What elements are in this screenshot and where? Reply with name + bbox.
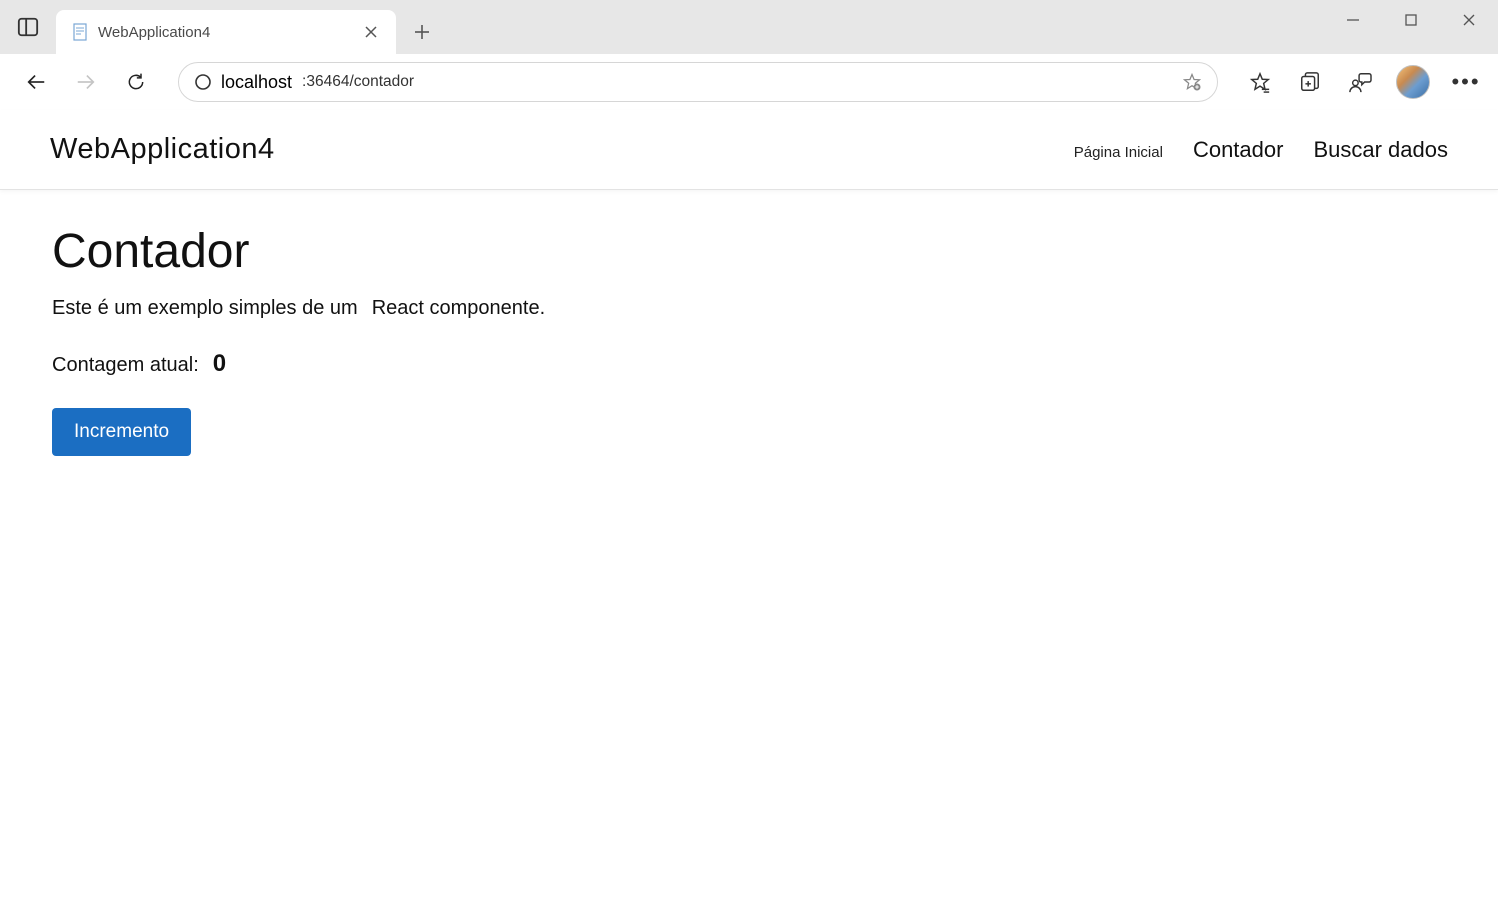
tab-close-button[interactable]: [358, 19, 384, 45]
site-info-icon[interactable]: [195, 74, 211, 90]
url-path: :36464/contador: [302, 73, 414, 91]
user-avatar[interactable]: [1396, 65, 1430, 99]
close-icon: [365, 26, 377, 38]
plus-icon: [414, 24, 430, 40]
star-list-icon: [1249, 71, 1271, 93]
nav-back-button[interactable]: [14, 60, 58, 104]
nav-link-counter[interactable]: Contador: [1193, 137, 1284, 163]
page-description: Este é um exemplo simples de um React co…: [52, 297, 1446, 320]
description-prefix: Este é um exemplo simples de um: [52, 297, 358, 320]
tab-panel-icon: [17, 16, 39, 38]
window-maximize-button[interactable]: [1382, 0, 1440, 40]
increment-button[interactable]: Incremento: [52, 408, 191, 456]
window-close-button[interactable]: [1440, 0, 1498, 40]
browser-toolbar: localhost :36464/contador: [0, 54, 1498, 110]
ellipsis-icon: •••: [1451, 69, 1480, 95]
nav-forward-button[interactable]: [64, 60, 108, 104]
count-display: Contagem atual: 0: [52, 350, 1446, 378]
favorites-button[interactable]: [1238, 60, 1282, 104]
description-emphasis: React componente.: [372, 297, 545, 320]
star-add-icon: [1182, 72, 1202, 92]
tab-title: WebApplication4: [98, 24, 348, 41]
nav-link-home[interactable]: Página Inicial: [1074, 144, 1163, 161]
profile-switcher-button[interactable]: [1338, 60, 1382, 104]
new-tab-button[interactable]: [400, 10, 444, 54]
page-main: Contador Este é um exemplo simples de um…: [0, 190, 1498, 490]
address-bar[interactable]: localhost :36464/contador: [178, 62, 1218, 102]
close-icon: [1462, 13, 1476, 27]
tab-favicon-icon: [72, 22, 88, 42]
refresh-icon: [126, 72, 146, 92]
count-label: Contagem atual:: [52, 354, 199, 377]
window-controls: [1324, 0, 1498, 54]
favorite-button[interactable]: [1177, 67, 1207, 97]
browser-tab-strip: WebApplication4: [0, 0, 1498, 54]
browser-tab-active[interactable]: WebApplication4: [56, 10, 396, 54]
app-brand[interactable]: WebApplication4: [50, 133, 275, 166]
arrow-left-icon: [25, 71, 47, 93]
collections-icon: [1299, 71, 1321, 93]
tab-actions-button[interactable]: [0, 0, 56, 54]
window-minimize-button[interactable]: [1324, 0, 1382, 40]
page-title: Contador: [52, 224, 1446, 279]
minimize-icon: [1346, 13, 1360, 27]
collections-button[interactable]: [1288, 60, 1332, 104]
nav-links: Página Inicial Contador Buscar dados: [1074, 137, 1448, 163]
app-navbar: WebApplication4 Página Inicial Contador …: [0, 110, 1498, 190]
nav-refresh-button[interactable]: [114, 60, 158, 104]
nav-link-fetch[interactable]: Buscar dados: [1313, 137, 1448, 163]
maximize-icon: [1404, 13, 1418, 27]
url-host: localhost: [221, 72, 292, 93]
settings-more-button[interactable]: •••: [1444, 60, 1488, 104]
arrow-right-icon: [75, 71, 97, 93]
person-chat-icon: [1348, 71, 1372, 93]
count-value: 0: [213, 350, 226, 378]
